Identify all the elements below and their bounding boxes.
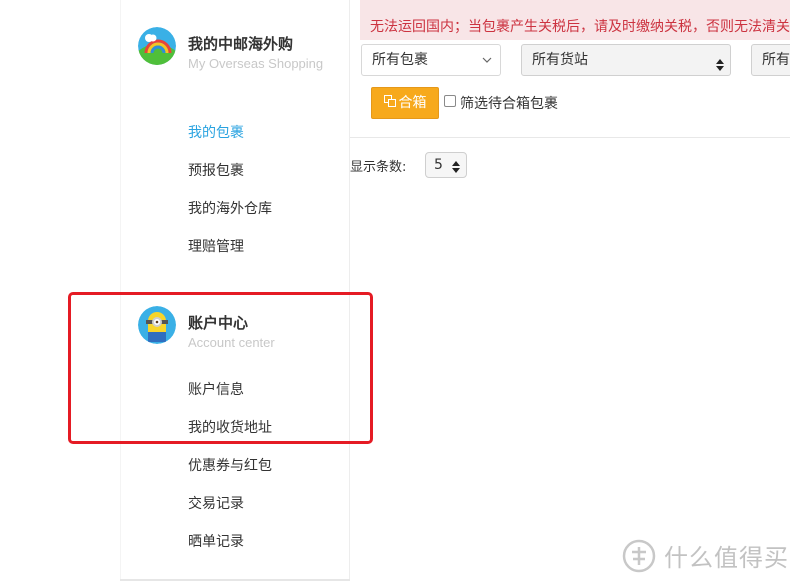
updown-arrows-icon [452,158,460,173]
per-page-select[interactable]: 5 [425,152,467,178]
third-filter-value: 所有 [762,52,790,68]
sidebar-item-claims[interactable]: 理赔管理 [188,236,244,256]
copy-icon [383,88,396,118]
watermark: 什么值得买 [622,538,789,573]
package-filter-value: 所有包裹 [372,52,428,68]
rainbow-avatar-icon [138,27,176,65]
per-page-value: 5 [434,157,443,173]
content-divider [350,137,790,138]
per-page-label: 显示条数: [350,160,407,175]
updown-arrows-icon [716,53,724,71]
watermark-logo-icon [622,539,656,573]
notice-banner: 无法运回国内；当包裹产生关税后，请及时缴纳关税，否则无法清关 [360,14,790,40]
sidebar-bottom-border [120,579,350,581]
notice-banner-top [360,0,790,14]
section-overseas-header: 我的中邮海外购 My Overseas Shopping [138,27,323,71]
station-filter-value: 所有货站 [532,52,588,68]
filter-merge-label[interactable]: 筛选待合箱包裹 [460,93,558,113]
station-filter-select[interactable]: 所有货站 [521,44,731,76]
sidebar-item-transactions[interactable]: 交易记录 [188,493,244,513]
sidebar-item-reviews[interactable]: 晒单记录 [188,531,244,551]
filter-merge-checkbox[interactable] [444,95,456,107]
sidebar-item-forecast-packages[interactable]: 预报包裹 [188,160,244,180]
section-overseas-title: 我的中邮海外购 [188,35,294,53]
highlight-box [68,292,373,444]
third-filter-select[interactable]: 所有 [751,44,790,76]
section-overseas-subtitle: My Overseas Shopping [188,56,324,71]
merge-button[interactable]: 合箱 [371,87,439,119]
watermark-text: 什么值得买 [664,544,789,572]
package-filter-select[interactable]: 所有包裹 [361,44,501,76]
sidebar-item-coupons[interactable]: 优惠券与红包 [188,455,272,475]
sidebar-item-my-packages[interactable]: 我的包裹 [188,122,244,142]
merge-button-label: 合箱 [398,95,427,111]
sidebar-item-overseas-warehouse[interactable]: 我的海外仓库 [188,198,272,218]
chevron-down-icon [482,45,492,75]
